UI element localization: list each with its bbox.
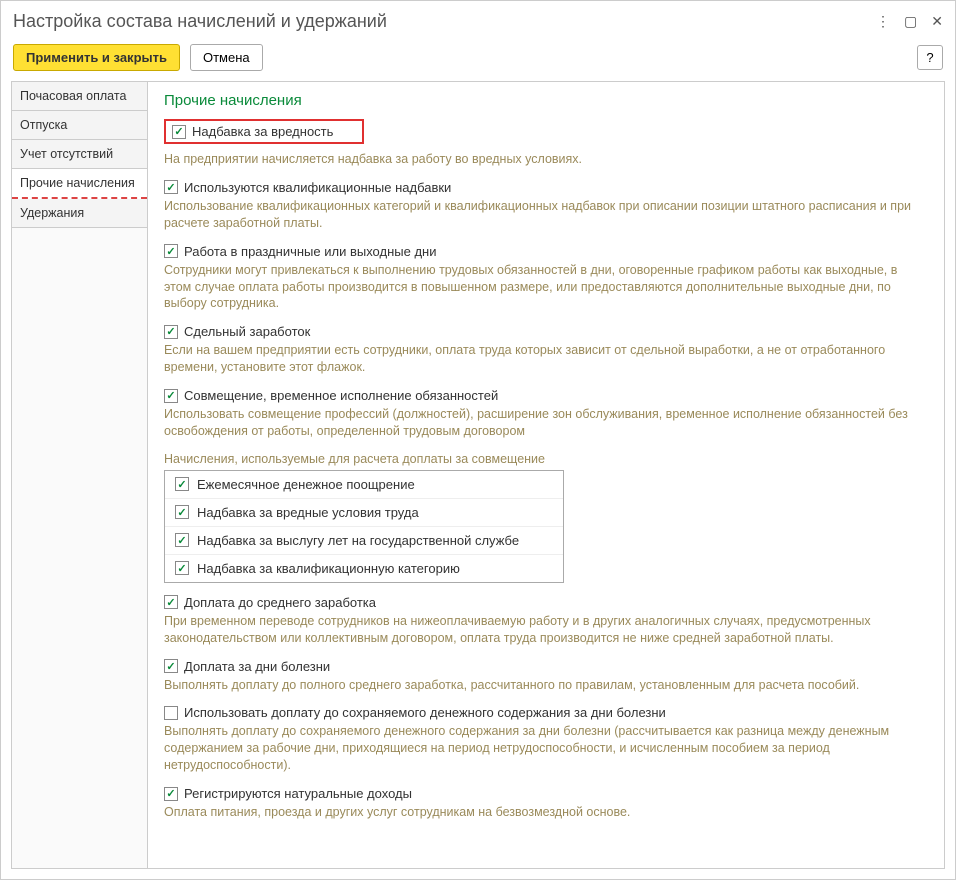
sidebar-tab-2[interactable]: Учет отсутствий (12, 140, 147, 169)
help-button[interactable]: ? (917, 45, 943, 70)
option-description: Использовать совмещение профессий (должн… (164, 406, 928, 440)
list-item-label: Надбавка за квалификационную категорию (197, 561, 460, 576)
list-item[interactable]: Надбавка за вредные условия труда (165, 499, 563, 527)
option-label[interactable]: Работа в праздничные или выходные дни (184, 244, 436, 259)
list-label: Начисления, используемые для расчета доп… (164, 452, 928, 466)
checkbox[interactable] (164, 389, 178, 403)
option-description: Оплата питания, проезда и других услуг с… (164, 804, 928, 821)
checkbox[interactable] (175, 477, 189, 491)
checkbox[interactable] (164, 325, 178, 339)
list-item[interactable]: Надбавка за квалификационную категорию (165, 555, 563, 582)
sidebar-tab-1[interactable]: Отпуска (12, 111, 147, 140)
option-label[interactable]: Регистрируются натуральные доходы (184, 786, 412, 801)
checkbox[interactable] (164, 244, 178, 258)
option-label[interactable]: Надбавка за вредность (192, 124, 333, 139)
checkbox[interactable] (175, 505, 189, 519)
option-label[interactable]: Доплата за дни болезни (184, 659, 330, 674)
checkbox[interactable] (164, 659, 178, 673)
content: Прочие начисления Надбавка за вредность Н… (148, 82, 944, 868)
toolbar: Применить и закрыть Отмена ? (1, 40, 955, 81)
checkbox[interactable] (164, 787, 178, 801)
close-icon[interactable]: ✕ (931, 13, 943, 30)
option-label[interactable]: Использовать доплату до сохраняемого ден… (184, 705, 666, 720)
option-description: Выполнять доплату до полного среднего за… (164, 677, 928, 694)
option-description: Сотрудники могут привлекаться к выполнен… (164, 262, 928, 313)
menu-icon[interactable]: ⋮ (876, 13, 890, 30)
checkbox[interactable] (175, 533, 189, 547)
option-description: Если на вашем предприятии есть сотрудник… (164, 342, 928, 376)
list-item[interactable]: Ежемесячное денежное поощрение (165, 471, 563, 499)
cancel-button[interactable]: Отмена (190, 44, 263, 71)
maximize-icon[interactable]: ▢ (904, 13, 917, 30)
checkbox[interactable] (164, 595, 178, 609)
option-label[interactable]: Доплата до среднего заработка (184, 595, 376, 610)
option-description: На предприятии начисляется надбавка за р… (164, 151, 928, 168)
list-item-label: Надбавка за выслугу лет на государственн… (197, 533, 519, 548)
list-item-label: Ежемесячное денежное поощрение (197, 477, 415, 492)
checkbox[interactable] (164, 706, 178, 720)
checkbox[interactable] (164, 180, 178, 194)
sidebar-tab-3[interactable]: Прочие начисления (12, 169, 147, 199)
list-item-label: Надбавка за вредные условия труда (197, 505, 419, 520)
combination-listbox[interactable]: Ежемесячное денежное поощрение Надбавка з… (164, 470, 564, 583)
titlebar: Настройка состава начислений и удержаний… (1, 1, 955, 40)
list-item[interactable]: Надбавка за выслугу лет на государственн… (165, 527, 563, 555)
option-description: Выполнять доплату до сохраняемого денежн… (164, 723, 928, 774)
option-label[interactable]: Используются квалификационные надбавки (184, 180, 451, 195)
section-title: Прочие начисления (164, 92, 928, 109)
option-label[interactable]: Совмещение, временное исполнение обязанн… (184, 388, 498, 403)
option-label[interactable]: Сдельный заработок (184, 324, 310, 339)
sidebar-tab-0[interactable]: Почасовая оплата (12, 82, 147, 111)
option-description: При временном переводе сотрудников на ни… (164, 613, 928, 647)
window-title: Настройка состава начислений и удержаний (13, 11, 876, 32)
sidebar: Почасовая оплатаОтпускаУчет отсутствийПр… (12, 82, 148, 868)
sidebar-tab-4[interactable]: Удержания (12, 199, 147, 228)
option-description: Использование квалификационных категорий… (164, 198, 928, 232)
checkbox[interactable] (175, 561, 189, 575)
checkbox[interactable] (172, 125, 186, 139)
apply-close-button[interactable]: Применить и закрыть (13, 44, 180, 71)
